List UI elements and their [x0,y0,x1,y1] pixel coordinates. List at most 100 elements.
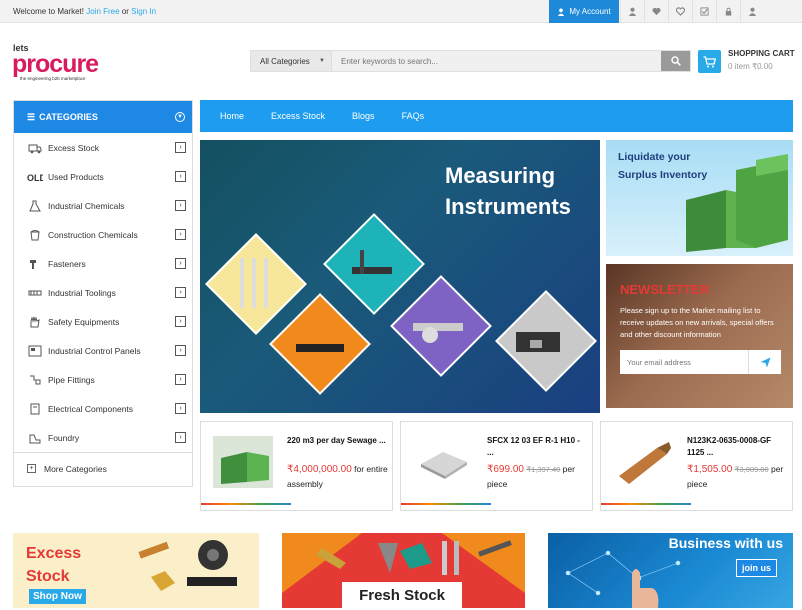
nav-home[interactable]: Home [220,111,244,121]
sidebar-item-label: Industrial Toolings [48,287,116,298]
sidebar-item-label: Fasteners [48,258,86,269]
wishlist-heart-icon[interactable] [644,0,668,23]
nav-faqs[interactable]: FAQs [402,111,425,121]
category-select[interactable]: All Categories ▼ [251,51,331,71]
sidebar-item-foundry[interactable]: Foundry › [14,423,192,452]
chevron-right-icon[interactable]: › [175,229,186,240]
card-divider [401,503,491,505]
product-name[interactable]: N123K2-0635-0008-GF 1125 ... [687,435,787,459]
chevron-right-icon[interactable]: › [175,374,186,385]
favorites-heart-icon[interactable] [668,0,692,23]
product-name[interactable]: 220 m3 per day Sewage ... [287,435,387,447]
sidebar-item-label: Excess Stock [48,142,100,153]
sidebar-item-fasteners[interactable]: Fasteners › [14,249,192,278]
tools-icon [27,286,43,300]
product-image-grooving-tool [619,442,671,484]
chevron-right-icon[interactable]: › [175,200,186,211]
chevron-right-icon[interactable]: › [175,403,186,414]
product-old-price: ₹3,009.00 [734,465,769,474]
instrument-illustrations [240,250,560,352]
flask-icon [27,199,43,213]
svg-text:the engineering b2b marketplac: the engineering b2b marketplace [20,76,86,81]
top-bar: Welcome to Market! Join Free or Sign In … [0,0,802,23]
login-icon[interactable] [620,0,644,23]
sidebar-item-industrial-control-panels[interactable]: Industrial Control Panels › [14,336,192,365]
newsletter-panel: NEWSLETTER Please sign up to the Market … [606,264,793,408]
cart-icon [698,50,721,73]
cutting-tools-image [138,540,237,591]
cart-summary: 0 item ₹0.00 [728,62,773,71]
excess-stock-title: Excess Stock [26,545,82,585]
categories-header[interactable]: ☰ CATEGORIES ▼ [14,101,192,133]
main-nav: Home Excess Stock Blogs FAQs [200,100,793,132]
site-logo[interactable]: lets procure the engineering b2b marketp… [12,42,107,82]
chevron-right-icon[interactable]: › [175,142,186,153]
caret-down-icon: ▼ [319,58,325,64]
chevron-right-icon[interactable]: › [175,345,186,356]
shop-now-button[interactable]: Shop Now [29,589,86,604]
more-categories-link[interactable]: + More Categories [14,452,192,484]
product-card[interactable]: N123K2-0635-0008-GF 1125 ... ₹1,505.00 ₹… [600,421,793,511]
sidebar-item-construction-chemicals[interactable]: Construction Chemicals › [14,220,192,249]
nav-blogs[interactable]: Blogs [352,111,375,121]
foundry-icon [27,431,43,445]
register-user-icon[interactable] [740,0,764,23]
join-us-button[interactable]: join us [736,559,777,577]
excess-stock-banner[interactable]: Excess Stock Shop Now [13,533,259,608]
product-name[interactable]: SFCX 12 03 EF R-1 H10 - ... [487,435,587,459]
my-account-button[interactable]: My Account [549,0,619,23]
chevron-right-icon[interactable]: › [175,171,186,182]
card-divider [201,503,291,505]
card-divider [601,503,691,505]
panel-icon [27,344,43,358]
product-image-sewage-plant [213,436,273,488]
send-icon [760,357,770,367]
chevron-right-icon[interactable]: › [175,287,186,298]
sidebar-item-safety-equipments[interactable]: Safety Equipments › [14,307,192,336]
categories-panel: ☰ CATEGORIES ▼ Excess Stock › OLD Used Prod… [13,100,193,487]
product-card[interactable]: SFCX 12 03 EF R-1 H10 - ... ₹699.00 ₹1,3… [400,421,593,511]
lock-icon[interactable] [716,0,740,23]
sidebar-item-industrial-toolings[interactable]: Industrial Toolings › [14,278,192,307]
chevron-right-icon[interactable]: › [175,432,186,443]
plus-icon: + [27,464,36,473]
product-price: ₹1,505.00 [687,464,733,475]
sidebar-item-label: Used Products [48,171,104,182]
product-image-insert [421,452,467,479]
newsletter-title: NEWSLETTER [620,282,710,297]
newsletter-email-input[interactable] [620,350,748,374]
container-tanks-image [686,154,788,252]
checkout-check-icon[interactable] [692,0,716,23]
surplus-inventory-banner[interactable]: Liquidate your Surplus Inventory [606,140,793,256]
sign-in-link[interactable]: Sign In [131,7,156,16]
chevron-right-icon[interactable]: › [175,316,186,327]
svg-text:procure: procure [12,50,99,78]
pipe-icon [27,373,43,387]
sidebar-item-used-products[interactable]: OLD Used Products › [14,162,192,191]
product-price-block: ₹699.00 ₹1,397.40 per piece [487,464,575,489]
fresh-stock-banner[interactable]: Fresh Stock [282,533,525,608]
cart-title: SHOPPING CART [728,49,795,58]
product-card[interactable]: 220 m3 per day Sewage ... ₹4,000,000.00 … [200,421,393,511]
search-button[interactable] [661,51,690,71]
svg-text:OLD: OLD [27,173,43,182]
newsletter-submit-button[interactable] [748,350,781,374]
product-old-price: ₹1,397.40 [526,465,561,474]
sidebar-item-pipe-fittings[interactable]: Pipe Fittings › [14,365,192,394]
chevron-down-icon: ▼ [175,112,185,122]
sidebar-item-electrical-components[interactable]: Electrical Components › [14,394,192,423]
chevron-right-icon[interactable]: › [175,258,186,269]
nav-excess-stock[interactable]: Excess Stock [271,111,325,121]
measuring-instruments-banner[interactable]: Measuring Instruments [200,140,600,413]
sidebar-item-industrial-chemicals[interactable]: Industrial Chemicals › [14,191,192,220]
product-price: ₹699.00 [487,464,524,475]
list-icon: ☰ [27,111,36,122]
business-with-us-banner[interactable]: Business with us join us [548,533,793,608]
search-input[interactable] [331,51,661,71]
sidebar-item-excess-stock[interactable]: Excess Stock › [14,133,192,162]
join-free-link[interactable]: Join Free [86,7,119,16]
user-icon [558,8,565,16]
sidebar-item-label: Electrical Components [48,403,134,414]
shopping-cart[interactable]: SHOPPING CART 0 item ₹0.00 [698,48,798,76]
electrical-icon [27,402,43,416]
